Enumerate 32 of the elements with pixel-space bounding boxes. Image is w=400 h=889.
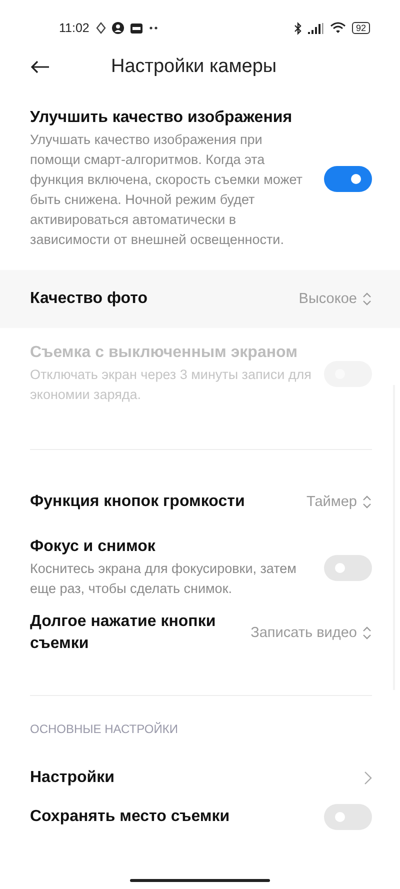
setting-row[interactable]: Функция кнопок громкости Таймер <box>0 476 400 528</box>
signal-icon <box>308 22 324 34</box>
setting-title: Съемка с выключенным экраном <box>30 343 298 363</box>
setting-title: Сохранять место съемки <box>30 807 231 827</box>
setting-title: Улучшить качество изображения <box>30 108 294 128</box>
setting-title[interactable]: Настройки <box>30 767 352 789</box>
setting-title: Качество фото <box>30 289 149 309</box>
section-header: ОСНОВНЫЕ НАСТРОЙКИ <box>30 722 178 736</box>
setting-title: Функция кнопок громкости <box>30 492 246 512</box>
setting-row[interactable]: Долгое нажатие кнопки съемки Записать видео <box>0 607 400 659</box>
setting-title: Фокус и снимок <box>30 537 156 557</box>
up-down-chevron-icon <box>362 625 372 641</box>
setting-row[interactable]: Качество фото Высокое <box>0 270 400 328</box>
toggle-switch[interactable] <box>324 804 372 830</box>
battery-level: 92 <box>352 22 370 34</box>
up-down-chevron-icon <box>362 494 372 510</box>
setting-description: Отключать экран через 3 минуты записи для экономии заряда. <box>30 366 312 404</box>
wifi-icon <box>330 22 346 34</box>
chevron-right-icon <box>364 771 372 785</box>
more-icon <box>149 26 160 30</box>
setting-title: Долгое нажатие кнопки съемки <box>30 612 217 654</box>
page-title: Настройки камеры <box>111 56 277 78</box>
account-icon <box>112 22 124 34</box>
card-icon <box>130 22 144 34</box>
toggle-switch[interactable] <box>324 166 372 192</box>
up-down-chevron-icon <box>362 291 372 307</box>
status-time: 11:02 <box>59 21 90 35</box>
toggle-switch[interactable] <box>324 554 372 580</box>
bluetooth-icon <box>294 22 302 34</box>
setting-description: Коснитесь экрана для фокусировки, затем еще раз, чтобы сделать снимок. <box>30 560 298 598</box>
back-arrow-icon[interactable] <box>30 60 50 74</box>
setting-description: Улучшать качество изображения при помощи смарт-алгоритмов. Когда эта функция включена, скорость съемки может быть снижена. Ночной режим будет активироваться автоматически в зависимости от внешней освещенности. <box>30 131 304 249</box>
